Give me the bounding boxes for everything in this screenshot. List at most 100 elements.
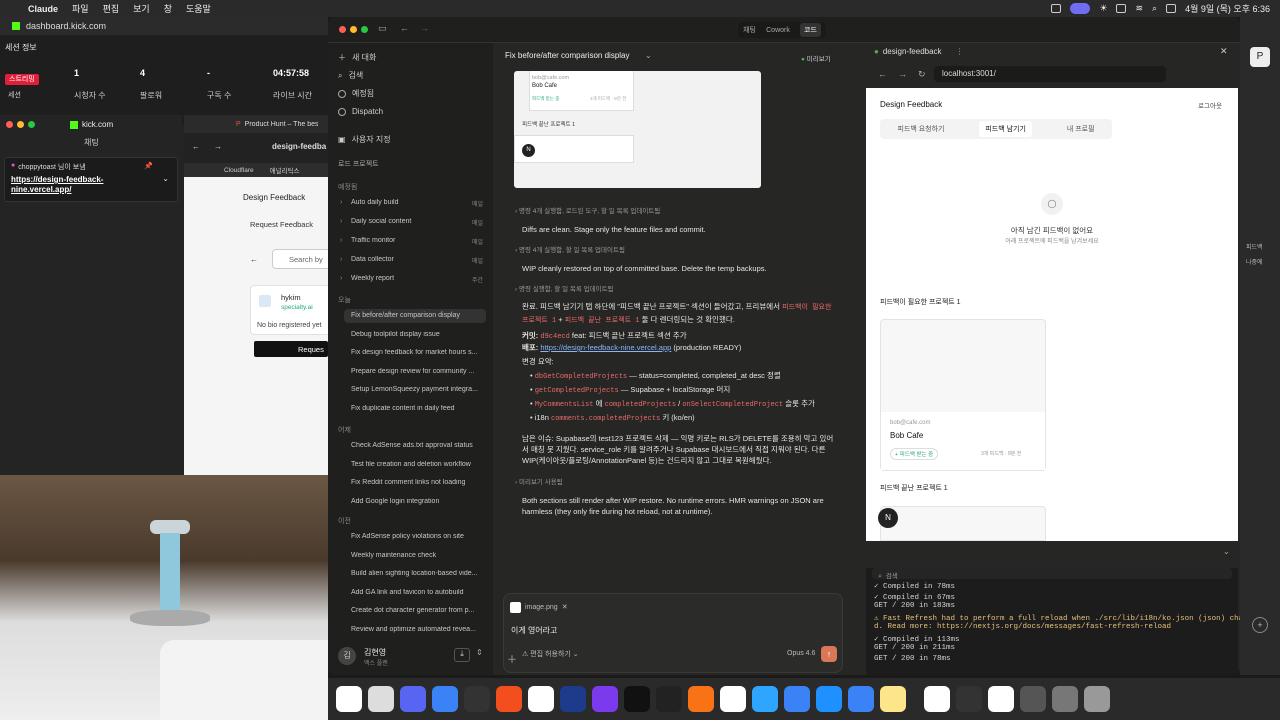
today-item[interactable]: Setup LemonSqueezy payment integra... bbox=[351, 386, 483, 393]
scheduled-item[interactable]: Weekly report bbox=[351, 275, 483, 282]
dock-app-icon[interactable] bbox=[688, 686, 714, 712]
df-search-input[interactable]: Search by bbox=[272, 249, 332, 269]
menu-edit[interactable]: 편집 bbox=[103, 2, 120, 15]
chevron-down-icon[interactable]: ⌄ bbox=[162, 174, 169, 183]
left-url-bar[interactable]: dashboard.kick.com bbox=[0, 17, 328, 35]
back-icon[interactable]: ← bbox=[400, 23, 409, 33]
dock-app-icon[interactable] bbox=[624, 686, 650, 712]
sidebar-dispatch[interactable]: Dispatch bbox=[338, 105, 383, 119]
dock-app-icon[interactable] bbox=[720, 686, 746, 712]
dock-app-icon[interactable] bbox=[1020, 686, 1046, 712]
preview-sub[interactable]: › 미리보기 사용됨 bbox=[515, 476, 563, 486]
dock-app-icon[interactable] bbox=[752, 686, 778, 712]
dock-app-icon[interactable] bbox=[592, 686, 618, 712]
older-item[interactable]: Create dot character generator from p... bbox=[351, 607, 483, 614]
status-icon-2[interactable] bbox=[1116, 4, 1127, 13]
brightness-icon[interactable]: ☀ bbox=[1099, 3, 1107, 14]
wv-tab-profile[interactable]: 내 프로필 bbox=[1067, 124, 1095, 134]
wv-done-card[interactable] bbox=[880, 506, 1046, 541]
add-icon[interactable]: + bbox=[1252, 617, 1268, 633]
deploy-link[interactable]: https://design-feedback-nine.vercel.app bbox=[540, 343, 671, 352]
minimize-icon[interactable] bbox=[17, 121, 24, 128]
dock-app-icon[interactable] bbox=[496, 686, 522, 712]
tab-code[interactable]: 코드 bbox=[800, 23, 821, 37]
left-url[interactable]: dashboard.kick.com bbox=[26, 21, 106, 31]
close-icon[interactable] bbox=[339, 26, 346, 33]
terminal-search[interactable]: ⌕ 검색 bbox=[872, 568, 1232, 580]
today-item[interactable]: Fix before/after comparison display bbox=[344, 309, 486, 323]
wv-tab-request[interactable]: 피드백 요청하기 bbox=[897, 124, 944, 134]
search-icon[interactable]: ⌕ bbox=[1152, 3, 1157, 14]
bookmark-cloudflare[interactable]: Cloudflare bbox=[224, 167, 254, 174]
menu-file[interactable]: 파일 bbox=[72, 2, 89, 15]
dock-app-icon[interactable] bbox=[956, 686, 982, 712]
today-item[interactable]: Debug toolpilot display issue bbox=[351, 331, 483, 338]
status-icon-1[interactable] bbox=[1051, 4, 1062, 13]
ph-app-icon[interactable]: P bbox=[1250, 47, 1270, 67]
older-item[interactable]: Review and optimize automated revea... bbox=[351, 626, 483, 633]
avatar[interactable]: 김 bbox=[338, 647, 356, 665]
step-1-sub[interactable]: › 명령 4개 실행함, 로드된 도구, 할 일 목록 업데이트됨 bbox=[515, 205, 660, 215]
attachment-chip[interactable]: image.png ✕ bbox=[510, 600, 568, 614]
zoom-icon[interactable] bbox=[28, 121, 35, 128]
scheduled-item[interactable]: Auto daily build bbox=[351, 199, 483, 206]
preview-tab[interactable]: design-feedback bbox=[883, 47, 942, 56]
send-button[interactable]: ↑ bbox=[821, 646, 837, 662]
download-icon[interactable]: ⤓ bbox=[454, 648, 470, 662]
tab-chat[interactable]: 채팅 bbox=[743, 25, 756, 35]
dock-app-icon[interactable] bbox=[1052, 686, 1078, 712]
forward-icon[interactable]: → bbox=[420, 23, 429, 33]
add-icon[interactable]: ＋ bbox=[507, 651, 517, 666]
dock-app-icon[interactable] bbox=[336, 686, 362, 712]
scheduled-item[interactable]: Data collector bbox=[351, 256, 483, 263]
model-select[interactable]: Opus 4.6 bbox=[787, 650, 815, 657]
collapse-icon[interactable]: ⌄ bbox=[1223, 547, 1230, 556]
back-icon[interactable]: ← bbox=[878, 69, 887, 79]
dock-app-icon[interactable] bbox=[848, 686, 874, 712]
today-item[interactable]: Fix design feedback for market hours s..… bbox=[351, 349, 483, 356]
sidebar-scheduled[interactable]: 예정됨 bbox=[338, 87, 374, 101]
menubar-clock[interactable]: 4월 9일 (목) 오후 6:36 bbox=[1185, 2, 1270, 15]
df-request-button[interactable]: Reques bbox=[254, 341, 328, 357]
dock-app-icon[interactable] bbox=[400, 686, 426, 712]
sidebar-project[interactable]: 로드 프로젝트 bbox=[338, 159, 379, 169]
tab-cowork[interactable]: Cowork bbox=[766, 27, 790, 34]
wifi-icon[interactable]: ≋ bbox=[1135, 3, 1143, 14]
scheduled-item[interactable]: Daily social content bbox=[351, 218, 483, 225]
menu-app-name[interactable]: Claude bbox=[28, 4, 58, 14]
dock-app-icon[interactable] bbox=[432, 686, 458, 712]
close-icon[interactable] bbox=[6, 121, 13, 128]
chat-tab-domain[interactable]: kick.com bbox=[82, 120, 113, 129]
dock-app-icon[interactable] bbox=[924, 686, 950, 712]
preview-toggle[interactable]: ● 미리보기 bbox=[801, 53, 831, 63]
dock-app-icon[interactable] bbox=[784, 686, 810, 712]
dock-app-icon[interactable] bbox=[464, 686, 490, 712]
ph-tab[interactable]: Product Hunt – The bes bbox=[245, 121, 319, 128]
permission-select[interactable]: ⚠ 편집 허용하기 ⌄ bbox=[522, 649, 579, 659]
sidebar-toggle-icon[interactable]: ▭ bbox=[378, 23, 387, 34]
close-icon[interactable]: ✕ bbox=[1220, 46, 1228, 57]
scheduled-item[interactable]: Traffic monitor bbox=[351, 237, 483, 244]
forward-icon[interactable]: → bbox=[898, 69, 907, 79]
status-pill-icon[interactable] bbox=[1070, 3, 1091, 14]
dock-app-icon[interactable] bbox=[656, 686, 682, 712]
older-item[interactable]: Build alien sighting location-based vide… bbox=[351, 570, 483, 577]
more-icon[interactable]: ⋮ bbox=[956, 47, 964, 56]
dock-app-icon[interactable] bbox=[368, 686, 394, 712]
dock-app-icon[interactable] bbox=[988, 686, 1014, 712]
yesterday-item[interactable]: Test file creation and deletion workflow bbox=[351, 461, 483, 468]
sidebar-new-chat[interactable]: ＋ 새 대화 bbox=[338, 51, 376, 65]
reload-icon[interactable]: ↻ bbox=[918, 69, 926, 80]
df-tab[interactable]: design-feedba bbox=[272, 142, 326, 151]
yesterday-item[interactable]: Check AdSense ads.txt approval status bbox=[351, 442, 483, 449]
today-item[interactable]: Prepare design review for community ... bbox=[351, 368, 483, 375]
wv-logout[interactable]: 로그아웃 bbox=[1198, 100, 1222, 110]
chevron-down-icon[interactable]: ⌄ bbox=[645, 51, 652, 60]
wv-tab-leave[interactable]: 피드백 남기기 bbox=[979, 121, 1032, 137]
df-user-card[interactable]: hykim specialty.ai No bio registered yet bbox=[250, 285, 330, 335]
preview-url-bar[interactable]: localhost:3001/ bbox=[934, 66, 1166, 82]
back-icon[interactable]: ← bbox=[192, 142, 200, 151]
wv-project-card[interactable]: bob@cafe.com Bob Cafe + 피드백 받는 중 3개 피드백 … bbox=[880, 319, 1046, 471]
chat-title[interactable]: Fix before/after comparison display bbox=[505, 51, 630, 60]
dock-app-icon[interactable] bbox=[816, 686, 842, 712]
